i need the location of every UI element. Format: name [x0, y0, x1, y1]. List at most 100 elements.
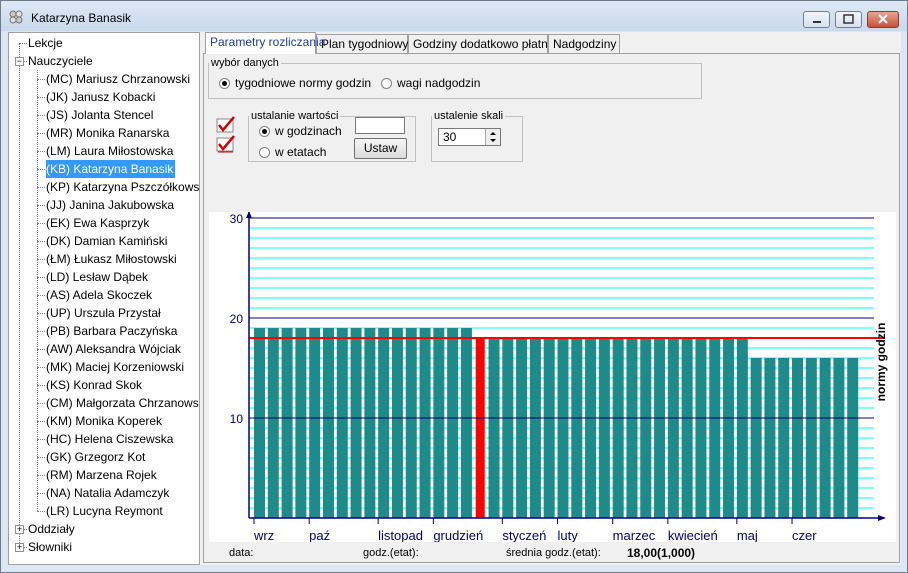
tree-line	[37, 97, 45, 98]
expand-icon[interactable]: +	[15, 543, 24, 552]
check-icon[interactable]	[215, 116, 237, 134]
tree-line	[37, 421, 45, 422]
tree-item-teacher[interactable]: (UP) Urszula Przystał	[46, 304, 161, 322]
tree-item-teacher[interactable]: (AW) Aleksandra Wójciak	[46, 340, 181, 358]
collapse-icon[interactable]: −	[15, 57, 24, 66]
chart-bar	[419, 328, 431, 518]
tree-item-teacher[interactable]: (PB) Barbara Paczyńska	[46, 322, 177, 340]
spin-arrows-icon	[490, 132, 496, 142]
tree-item-teacher[interactable]: (MK) Maciej Korzeniowski	[46, 358, 184, 376]
tree-item-teacher[interactable]: (CM) Małgorzata Chrzanowska	[46, 394, 199, 412]
tree-item-teacher[interactable]: (KP) Katarzyna Pszczółkowska	[46, 178, 199, 196]
tree-item-teacher[interactable]: (NA) Natalia Adamczyk	[46, 484, 169, 502]
ustaw-button[interactable]: Ustaw	[354, 138, 407, 159]
navigation-tree[interactable]: Lekcje − Nauczyciele (MC) Mariusz Chrzanows…	[8, 32, 200, 565]
tree-node[interactable]: Słowniki	[28, 538, 72, 556]
chart-bar	[723, 338, 735, 518]
chart-bar	[460, 328, 472, 518]
chart-bar	[350, 328, 362, 518]
tree-item-teacher[interactable]: (LD) Lesław Dąbek	[46, 268, 148, 286]
content-pane: Parametry rozliczania Plan tygodniowy Go…	[203, 32, 901, 565]
chart-bar	[833, 358, 845, 518]
chart-bar	[792, 358, 804, 518]
tree-item-teacher[interactable]: (JJ) Janina Jakubowska	[46, 196, 174, 214]
window-title: Katarzyna Banasik	[31, 11, 132, 25]
tree-line	[37, 313, 45, 314]
tree-line	[19, 43, 27, 44]
ustalenie-skali-legend: ustalenie skali	[434, 110, 504, 122]
wybor-danych-legend: wybór danych	[211, 57, 279, 69]
chart-area: 30 20 10 wrz paź listopad grudzień styczeń luty m…	[209, 211, 896, 543]
chart-bar	[847, 358, 859, 518]
check-all-icon[interactable]	[215, 135, 237, 153]
wartosc-input[interactable]	[355, 117, 405, 134]
chart-bar	[612, 338, 624, 518]
tree-item-teacher[interactable]: (KM) Monika Koperek	[46, 412, 162, 430]
tree-item-teacher[interactable]: (LM) Laura Miłostowska	[46, 142, 173, 160]
x-axis-arrow	[878, 515, 886, 521]
tree-line	[37, 115, 45, 116]
chart-bar	[640, 338, 652, 518]
radio-w-godzinach[interactable]	[259, 126, 270, 137]
chart-bar	[819, 358, 831, 518]
tree-node[interactable]: Oddziały	[28, 520, 75, 538]
tab-godziny-dodatkowo-platne[interactable]: Godziny dodatkowo płatne	[408, 34, 554, 53]
tab-plan-tygodniowy[interactable]: Plan tygodniowy	[316, 34, 408, 53]
tree-node[interactable]: Lekcje	[28, 34, 63, 52]
skala-spin-buttons[interactable]	[485, 129, 500, 145]
tree-item-teacher[interactable]: (DK) Damian Kamiński	[46, 232, 167, 250]
tree-item-teacher[interactable]: (MR) Monika Ranarska	[46, 124, 169, 142]
title-bar[interactable]: Katarzyna Banasik	[1, 1, 907, 31]
tree-item-teacher[interactable]: (EK) Ewa Kasprzyk	[46, 214, 149, 232]
close-button[interactable]	[867, 11, 899, 28]
radio-w-etatach[interactable]	[259, 147, 270, 158]
radio-tygodniowe-normy[interactable]	[219, 78, 230, 89]
status-srednia-label: średnia godz.(etat):	[506, 547, 601, 559]
tree-node[interactable]: Nauczyciele	[28, 52, 93, 70]
chart-bar	[543, 338, 555, 518]
skala-spinner[interactable]: 30	[438, 128, 501, 146]
radio-wagi-nadgodzin-label: wagi nadgodzin	[397, 76, 481, 90]
tab-parametry-rozliczania[interactable]: Parametry rozliczania	[205, 32, 325, 54]
tree-line	[37, 277, 45, 278]
expand-icon[interactable]: +	[15, 525, 24, 534]
tree-line	[37, 259, 45, 260]
chart-bar	[557, 338, 569, 518]
tree-item-teacher[interactable]: (KS) Konrad Skok	[46, 376, 142, 394]
minimize-button[interactable]	[803, 11, 830, 28]
tree-item-teacher[interactable]: (JK) Janusz Kobacki	[46, 88, 155, 106]
tree-item-teacher[interactable]: (HC) Helena Ciszewska	[46, 430, 173, 448]
tree-line	[37, 205, 45, 206]
tree-item-teacher[interactable]: (RM) Marzena Rojek	[46, 466, 157, 484]
chart-bar	[736, 338, 748, 518]
chart-bar	[750, 358, 762, 518]
status-srednia-value: 18,00(1,000)	[627, 546, 696, 560]
tree-item-teacher[interactable]: (AS) Adela Skoczek	[46, 286, 152, 304]
tree-item-teacher[interactable]: (GK) Grzegorz Kot	[46, 448, 145, 466]
tab-nadgodziny[interactable]: Nadgodziny	[548, 34, 620, 53]
chart-bar	[364, 328, 376, 518]
tree-line	[37, 511, 45, 512]
y-tick-label: 10	[230, 412, 244, 426]
tree-item-teacher[interactable]: (MC) Mariusz Chrzanowski	[46, 70, 190, 88]
x-tick-label: luty	[558, 528, 579, 542]
tree-line	[37, 151, 45, 152]
x-tick-label: styczeń	[502, 528, 546, 542]
norms-chart[interactable]: 30 20 10 wrz paź listopad grudzień styczeń luty m…	[209, 211, 896, 543]
tree-item-teacher[interactable]: (KB) Katarzyna Banasik	[46, 160, 176, 178]
maximize-button[interactable]	[835, 11, 862, 28]
y-axis-arrow	[246, 211, 252, 218]
radio-tygodniowe-normy-label: tygodniowe normy godzin	[235, 76, 372, 90]
chart-bar	[488, 338, 500, 518]
close-icon	[878, 14, 888, 24]
client-area: Lekcje − Nauczyciele (MC) Mariusz Chrzanows…	[8, 32, 901, 565]
chart-bar	[475, 338, 485, 518]
radio-wagi-nadgodzin[interactable]	[381, 78, 392, 89]
chart-bar	[571, 338, 583, 518]
tree-line	[37, 223, 45, 224]
tree-item-teacher[interactable]: (LR) Lucyna Reymont	[46, 502, 163, 520]
tree-item-teacher[interactable]: (ŁM) Łukasz Miłostowski	[46, 250, 177, 268]
chart-bar	[309, 328, 321, 518]
x-tick-label: kwiecień	[668, 528, 718, 542]
tree-item-teacher[interactable]: (JS) Jolanta Stencel	[46, 106, 153, 124]
